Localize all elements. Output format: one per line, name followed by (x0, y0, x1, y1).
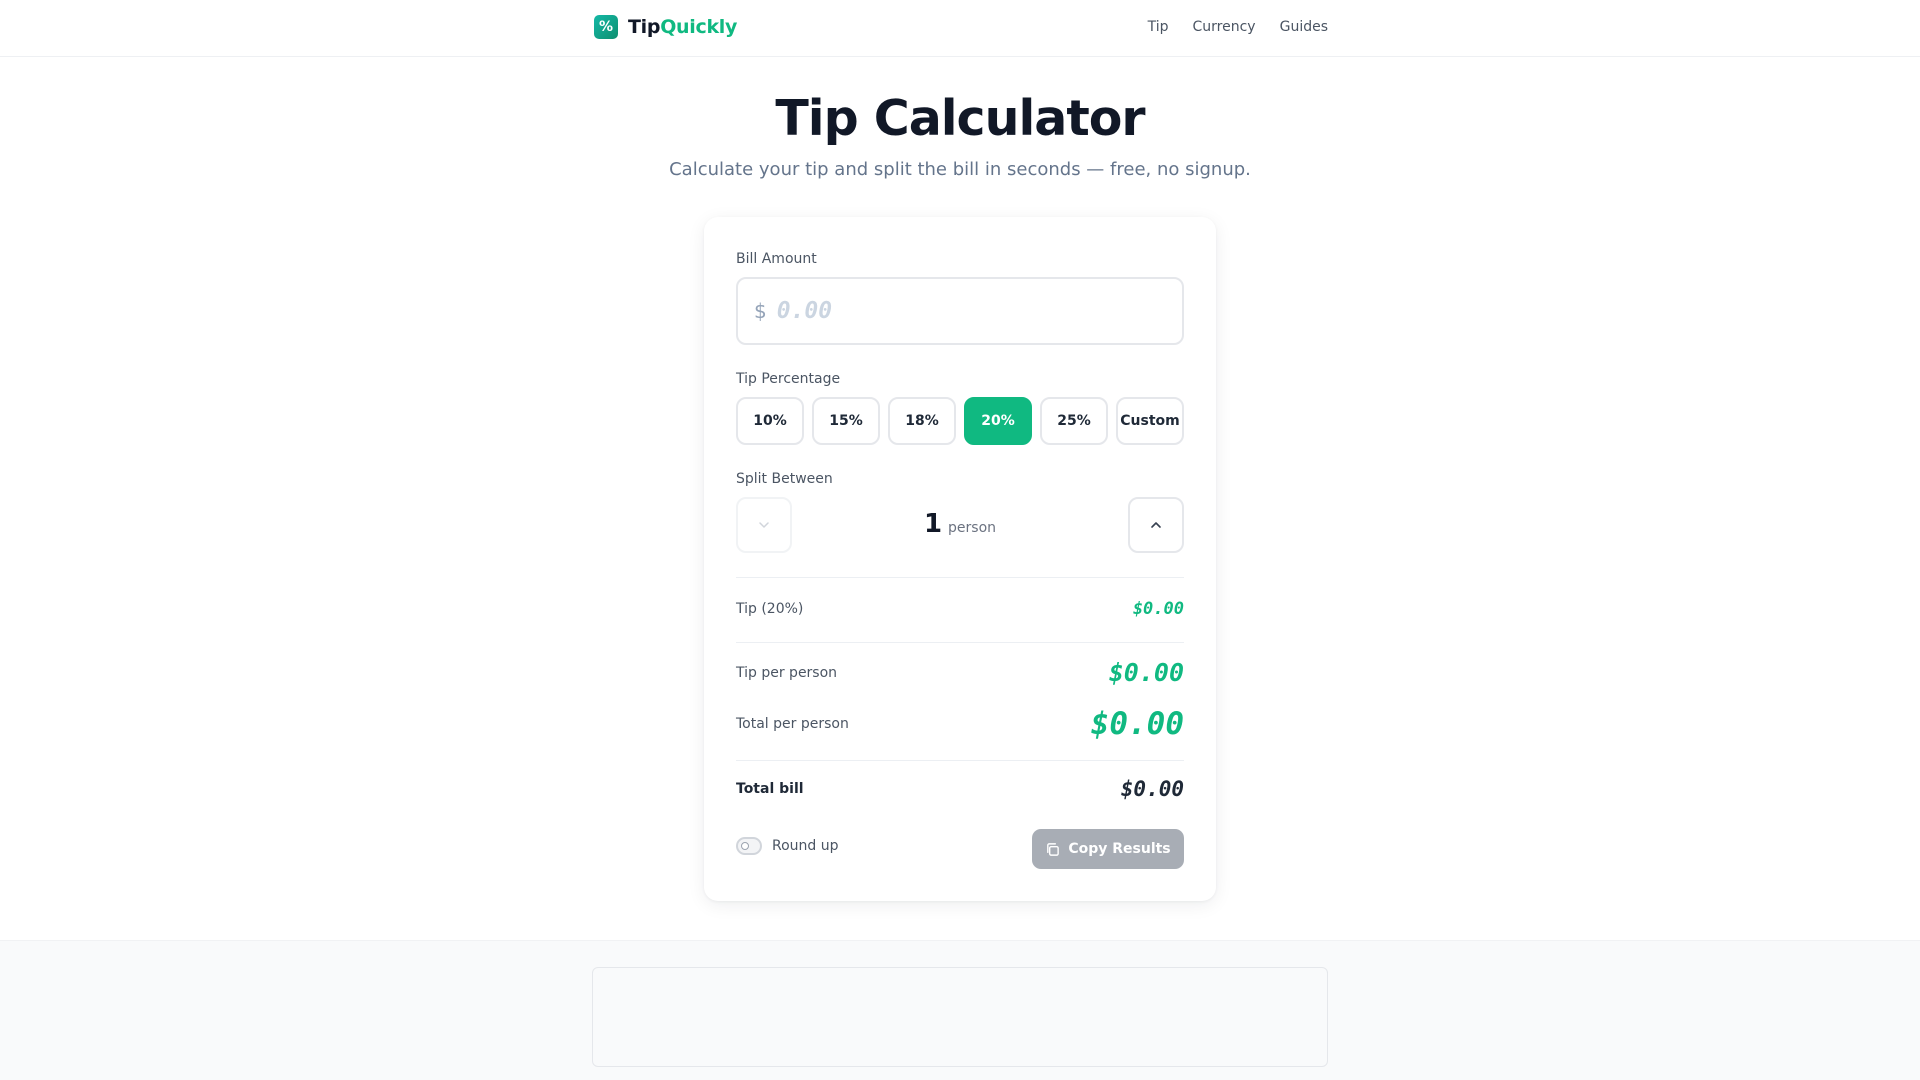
percent-logo-icon: % (594, 15, 618, 39)
split-stepper: 1 person (736, 497, 1184, 553)
tip-option-15[interactable]: 15% (812, 397, 880, 445)
tip-per-person-label: Tip per person (736, 664, 838, 681)
tip-per-person-value: $0.00 (1108, 658, 1184, 687)
nav-link-currency[interactable]: Currency (1193, 19, 1256, 35)
currency-symbol: $ (754, 299, 767, 323)
tip-amount-row: Tip (20%) $0.00 (736, 599, 1184, 619)
tip-percentage-options: 10% 15% 18% 20% 25% Custom (736, 397, 1184, 445)
tip-option-custom[interactable]: Custom (1116, 397, 1184, 445)
round-up-toggle[interactable] (736, 837, 762, 855)
page-title: Tip Calculator (775, 90, 1145, 147)
bill-amount-label: Bill Amount (736, 251, 817, 267)
logo-word-tip: Tip (628, 16, 661, 38)
calculator-card: Bill Amount $ Tip Percentage 10% 15% 18%… (704, 217, 1216, 901)
tip-option-20[interactable]: 20% (964, 397, 1032, 445)
total-per-person-row: Total per person $0.00 (736, 706, 1184, 742)
round-up-label: Round up (772, 838, 839, 854)
round-up-toggle-wrap[interactable]: Round up (736, 837, 839, 855)
divider (736, 642, 1184, 643)
chevron-up-icon (1151, 522, 1161, 528)
tip-amount-value: $0.00 (1132, 599, 1184, 619)
tip-option-10[interactable]: 10% (736, 397, 804, 445)
total-per-person-label: Total per person (736, 716, 849, 732)
bill-amount-field[interactable]: $ (736, 277, 1184, 345)
page-subtitle: Calculate your tip and split the bill in… (669, 159, 1251, 180)
site-header: % TipQuickly Tip Currency Guides (0, 0, 1920, 57)
copy-icon (1047, 842, 1060, 856)
split-unit: person (948, 520, 997, 536)
total-per-person-value: $0.00 (1090, 706, 1184, 742)
tip-percentage-label: Tip Percentage (736, 371, 841, 387)
copy-results-button[interactable]: Copy Results (1032, 829, 1184, 869)
split-count: 1 (923, 509, 943, 539)
logo[interactable]: % TipQuickly (594, 15, 737, 39)
total-bill-value: $0.00 (1120, 777, 1184, 801)
tip-option-25[interactable]: 25% (1040, 397, 1108, 445)
divider (736, 577, 1184, 578)
total-bill-label: Total bill (736, 781, 804, 797)
ad-placeholder (592, 967, 1328, 1067)
split-between-label: Split Between (736, 471, 833, 487)
nav-link-tip[interactable]: Tip (1148, 19, 1169, 35)
tip-option-18[interactable]: 18% (888, 397, 956, 445)
copy-results-label: Copy Results (1068, 841, 1171, 857)
toggle-knob (741, 842, 749, 850)
bill-amount-input[interactable] (776, 298, 1137, 324)
increment-people-button[interactable] (1128, 497, 1184, 553)
total-bill-row: Total bill $0.00 (736, 777, 1184, 801)
main-nav: Tip Currency Guides (1148, 19, 1328, 35)
nav-link-guides[interactable]: Guides (1280, 19, 1328, 35)
logo-word-quickly: Quickly (660, 16, 738, 38)
card-actions: Round up Copy Results (736, 829, 1184, 869)
tip-amount-label: Tip (20%) (736, 601, 804, 617)
lower-section (0, 940, 1920, 1080)
tip-per-person-row: Tip per person $0.00 (736, 658, 1184, 687)
split-count-display: 1 person (736, 509, 1184, 539)
logo-wordmark: TipQuickly (628, 16, 737, 38)
divider (736, 760, 1184, 761)
